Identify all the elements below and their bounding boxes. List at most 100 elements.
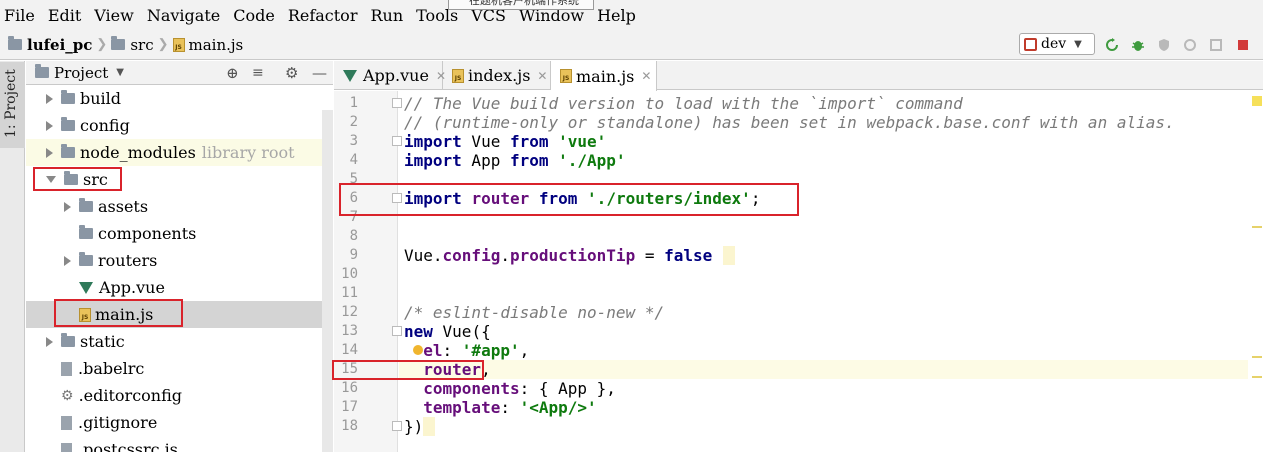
stripe-marker[interactable] — [1252, 226, 1262, 228]
breadcrumb: lufei_pc ❯ src ❯ JS main.js dev ▼ — [0, 30, 1263, 60]
tree-item-label: routers — [98, 251, 158, 270]
code-line[interactable]: new Vue({ — [404, 322, 491, 341]
code-line[interactable]: components: { App }, — [404, 379, 616, 398]
code-line[interactable]: }) — [404, 417, 423, 436]
collapse-all-icon[interactable]: ≡ — [252, 65, 264, 81]
tree-item-build[interactable]: build — [26, 85, 333, 112]
tree-item-app-vue[interactable]: App.vue — [26, 274, 333, 301]
tree-item-static[interactable]: static — [26, 328, 333, 355]
brace-match-highlight — [723, 246, 735, 265]
chevron-right-icon[interactable] — [46, 147, 53, 158]
breadcrumb-project[interactable]: lufei_pc — [27, 36, 92, 54]
tree-item-postcssrc-js[interactable]: .postcssrc.js — [26, 436, 333, 452]
menu-help[interactable]: Help — [597, 6, 636, 25]
tree-item-label: static — [80, 332, 125, 351]
menu-navigate[interactable]: Navigate — [147, 6, 220, 25]
close-icon[interactable]: ✕ — [537, 69, 547, 83]
file-icon — [61, 415, 72, 430]
tab-app-vue[interactable]: App.vue ✕ — [334, 61, 446, 90]
error-stripe — [1248, 91, 1263, 452]
tree-item-babelrc[interactable]: .babelrc — [26, 355, 333, 382]
tab-main-js[interactable]: JS main.js ✕ — [551, 61, 657, 91]
tree-item-editorconfig[interactable]: ⚙ .editorconfig — [26, 382, 333, 409]
menu-code[interactable]: Code — [233, 6, 275, 25]
vue-file-icon — [343, 69, 357, 82]
folder-icon — [79, 225, 93, 239]
rerun-icon[interactable] — [1105, 38, 1119, 52]
chevron-right-icon[interactable] — [46, 120, 53, 131]
warning-icon[interactable] — [1252, 96, 1262, 106]
tree-item-assets[interactable]: assets — [26, 193, 333, 220]
tree-item-label: build — [80, 89, 122, 108]
breadcrumb-folder[interactable]: src — [130, 36, 153, 54]
minimize-icon[interactable]: — — [312, 64, 327, 82]
tree-item-label: .postcssrc.js — [78, 440, 178, 452]
code-line[interactable]: import Vue from 'vue' — [404, 132, 606, 151]
project-icon — [35, 64, 49, 78]
tree-item-label: config — [80, 116, 130, 135]
folder-icon — [111, 36, 126, 50]
tab-index-js[interactable]: JS index.js ✕ — [443, 61, 551, 90]
fold-marker[interactable] — [392, 98, 402, 108]
folder-icon — [61, 333, 75, 347]
folder-icon — [8, 36, 22, 50]
line-number: 16 — [341, 380, 358, 396]
tree-item-gitignore[interactable]: .gitignore — [26, 409, 333, 436]
tree-scrollbar[interactable] — [322, 110, 333, 452]
chevron-right-icon[interactable] — [64, 255, 71, 266]
chevron-right-icon[interactable] — [46, 93, 53, 104]
chevron-right-icon[interactable] — [64, 201, 71, 212]
code-line[interactable]: template: '<App/>' — [404, 398, 596, 417]
stop-icon[interactable] — [1236, 38, 1250, 52]
line-number: 14 — [341, 342, 358, 358]
chevron-down-icon[interactable]: ▼ — [116, 67, 124, 78]
project-panel-title[interactable]: Project — [54, 64, 108, 82]
code-line[interactable]: // (runtime-only or standalone) has been… — [404, 113, 1175, 132]
tree-item-label: .editorconfig — [78, 386, 182, 405]
code-line[interactable]: import App from './App' — [404, 151, 626, 170]
line-number: 18 — [341, 418, 358, 434]
stripe-marker[interactable] — [1252, 356, 1262, 358]
menu-view[interactable]: View — [94, 6, 134, 25]
debug-icon[interactable] — [1131, 38, 1145, 52]
folder-icon — [61, 144, 75, 158]
coverage-icon[interactable] — [1157, 38, 1171, 52]
gear-icon: ⚙ — [61, 387, 74, 404]
line-number: 9 — [349, 247, 358, 263]
fold-marker[interactable] — [392, 421, 402, 431]
code-line[interactable]: Vue.config.productionTip = false — [404, 246, 712, 265]
line-number: 11 — [341, 285, 358, 301]
tree-item-label: App.vue — [99, 278, 165, 297]
highlight-main-js — [54, 299, 183, 327]
fold-marker[interactable] — [392, 136, 402, 146]
folder-icon — [79, 252, 93, 266]
code-line[interactable]: /* eslint-disable no-new */ — [404, 303, 664, 322]
code-line[interactable]: // The Vue build version to load with th… — [404, 94, 963, 113]
caret-row-highlight — [399, 360, 1263, 379]
line-number: 3 — [349, 133, 358, 149]
menu-file[interactable]: File — [4, 6, 35, 25]
tree-item-node-modules[interactable]: node_modules library root — [26, 139, 333, 166]
gear-icon[interactable]: ⚙ — [285, 64, 298, 82]
tree-item-label: node_modules — [80, 143, 196, 162]
locate-icon[interactable]: ⊕ — [226, 64, 239, 82]
chevron-right-icon[interactable] — [46, 336, 53, 347]
tree-item-routers[interactable]: routers — [26, 247, 333, 274]
lightbulb-icon[interactable] — [413, 345, 423, 355]
run-config-select[interactable]: dev ▼ — [1019, 33, 1095, 55]
fold-marker[interactable] — [392, 326, 402, 336]
folder-icon — [61, 90, 75, 104]
brace-match-highlight — [423, 417, 435, 436]
vue-file-icon — [79, 281, 93, 294]
breadcrumb-file[interactable]: main.js — [189, 36, 244, 54]
stripe-marker[interactable] — [1252, 376, 1262, 378]
tree-item-components[interactable]: components — [26, 220, 333, 247]
tree-item-config[interactable]: config — [26, 112, 333, 139]
menu-edit[interactable]: Edit — [48, 6, 81, 25]
menu-refactor[interactable]: Refactor — [288, 6, 358, 25]
line-number: 12 — [341, 304, 358, 320]
menu-run[interactable]: Run — [370, 6, 403, 25]
close-icon[interactable]: ✕ — [641, 69, 651, 83]
profile-icon[interactable] — [1183, 38, 1197, 52]
attach-icon[interactable] — [1209, 38, 1223, 52]
